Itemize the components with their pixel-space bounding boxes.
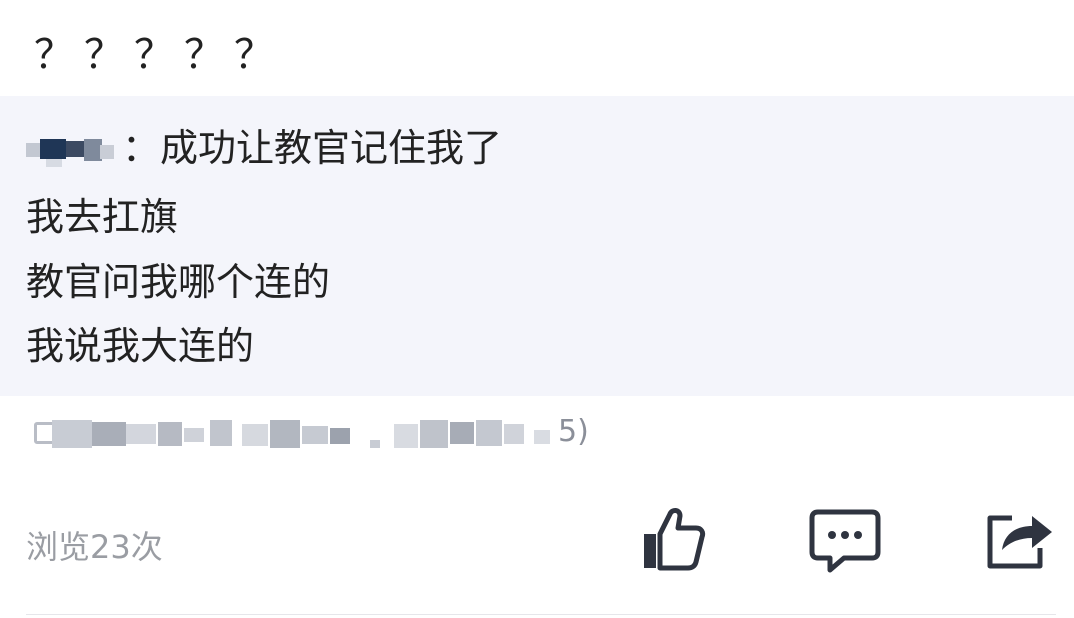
- share-icon: [987, 515, 1052, 569]
- source-info-redacted: 5): [34, 412, 594, 454]
- comment-button[interactable]: [808, 502, 882, 576]
- like-button[interactable]: [636, 502, 710, 576]
- comment-icon: [809, 509, 881, 573]
- quote-line-1: ：成功让教官记住我了: [26, 124, 502, 172]
- source-tail-text: 5): [558, 414, 589, 449]
- post-title: ？？？？？: [34, 32, 284, 78]
- view-count: 浏览23次: [26, 528, 163, 566]
- quote-line-3: 教官问我哪个连的: [26, 260, 331, 304]
- share-button[interactable]: [982, 502, 1056, 576]
- thumbs-up-icon: [644, 508, 706, 571]
- quote-line-2: 我去扛旗: [26, 195, 179, 239]
- divider: [26, 614, 1056, 615]
- quote-line-4: 我说我大连的: [26, 324, 255, 368]
- author-name-redacted: [26, 131, 122, 171]
- quote-block: ：成功让教官记住我了 我去扛旗 教官问我哪个连的 我说我大连的: [0, 96, 1074, 396]
- author-separator: ：: [122, 126, 161, 170]
- quote-text-1: 成功让教官记住我了: [160, 126, 503, 170]
